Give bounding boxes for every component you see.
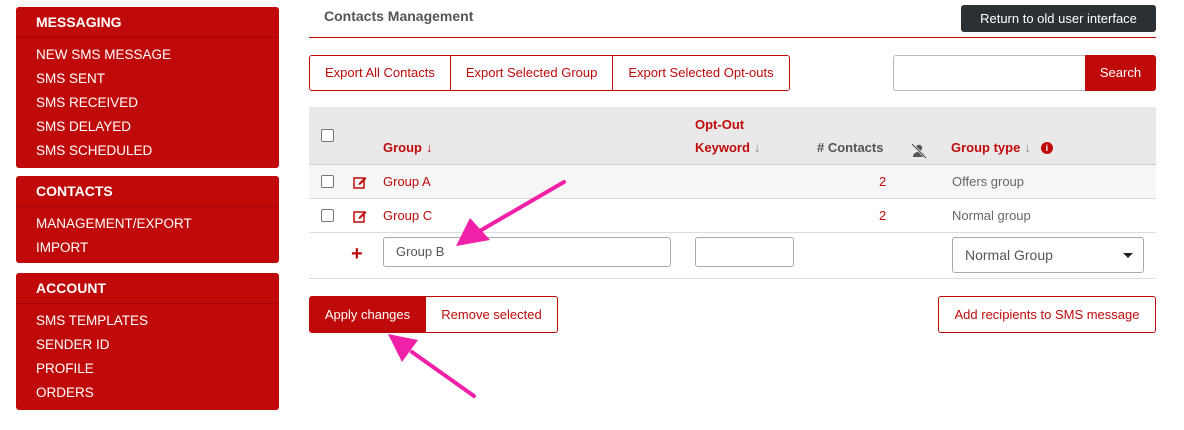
optout-header-line1: Opt-Out [695, 117, 745, 132]
optout-header-label: Keyword [695, 140, 750, 155]
table-header: Group ↓ Opt-Out Keyword ↓ # Contacts Group… [309, 107, 1156, 165]
new-group-row: + Group B Normal Group [309, 233, 1156, 279]
row-checkbox[interactable] [321, 209, 334, 222]
export-selected-optouts-button[interactable]: Export Selected Opt-outs [613, 56, 789, 90]
sidebar-item-orders[interactable]: ORDERS [16, 381, 279, 405]
sidebar-item-sender-id[interactable]: SENDER ID [16, 333, 279, 357]
arrow-down-icon: ↓ [426, 140, 433, 155]
group-name-link[interactable]: Group A [383, 165, 431, 199]
sidebar-messaging-title: MESSAGING [16, 7, 279, 38]
group-type-value: Normal group [952, 208, 1031, 223]
edit-icon[interactable] [353, 175, 367, 189]
edit-icon[interactable] [353, 209, 367, 223]
plus-icon[interactable]: + [351, 243, 363, 266]
group-header-label: Group [383, 140, 422, 155]
new-optout-keyword-input[interactable] [695, 237, 794, 267]
sidebar-messaging: MESSAGING NEW SMS MESSAGE SMS SENT SMS R… [16, 7, 279, 168]
export-button-group: Export All Contacts Export Selected Grou… [309, 55, 790, 91]
contacts-count[interactable]: 2 [879, 199, 886, 233]
chevron-down-icon [1123, 253, 1133, 258]
page-title: Contacts Management [324, 8, 474, 24]
sidebar-item-sms-received[interactable]: SMS RECEIVED [16, 91, 279, 115]
contacts-column-header: # Contacts [817, 140, 884, 155]
table-row: Group A 2 Offers group [309, 165, 1156, 199]
arrow-down-icon: ↓ [1024, 140, 1031, 155]
export-all-contacts-button[interactable]: Export All Contacts [310, 56, 451, 90]
sidebar-item-sms-scheduled[interactable]: SMS SCHEDULED [16, 139, 279, 163]
apply-changes-button[interactable]: Apply changes [309, 296, 426, 333]
table-row: Group C 2 Normal group [309, 199, 1156, 233]
arrow-down-icon: ↓ [753, 140, 761, 155]
group-type-value: Offers group [952, 174, 1025, 189]
contacts-count[interactable]: 2 [879, 165, 886, 199]
row-checkbox[interactable] [321, 175, 334, 188]
search-input[interactable] [893, 55, 1085, 91]
add-recipients-button[interactable]: Add recipients to SMS message [938, 296, 1156, 333]
search-button[interactable]: Search [1085, 55, 1156, 91]
sidebar-item-sms-templates[interactable]: SMS TEMPLATES [16, 309, 279, 333]
group-column-header[interactable]: Group ↓ [383, 140, 433, 155]
group-type-column-header[interactable]: Group type ↓ i [951, 140, 1053, 155]
sidebar-item-sms-delayed[interactable]: SMS DELAYED [16, 115, 279, 139]
sidebar-item-profile[interactable]: PROFILE [16, 357, 279, 381]
return-old-ui-button[interactable]: Return to old user interface [961, 5, 1156, 32]
sidebar-item-sms-sent[interactable]: SMS SENT [16, 67, 279, 91]
user-slash-icon [910, 143, 928, 159]
sidebar-item-new-sms[interactable]: NEW SMS MESSAGE [16, 43, 279, 67]
select-all-checkbox[interactable] [321, 129, 334, 142]
group-type-select-value: Normal Group [965, 247, 1053, 263]
info-icon[interactable]: i [1040, 142, 1053, 154]
group-type-select[interactable]: Normal Group [952, 237, 1144, 273]
sidebar-account: ACCOUNT SMS TEMPLATES SENDER ID PROFILE … [16, 273, 279, 410]
title-divider [309, 37, 1156, 38]
sidebar-account-title: ACCOUNT [16, 273, 279, 304]
remove-selected-button[interactable]: Remove selected [426, 296, 558, 333]
annotation-arrow-apply [388, 334, 476, 398]
sidebar-item-management-export[interactable]: MANAGEMENT/EXPORT [16, 212, 279, 236]
sidebar-contacts: CONTACTS MANAGEMENT/EXPORT IMPORT [16, 176, 279, 263]
optout-column-header[interactable]: Keyword ↓ [695, 140, 760, 155]
sidebar-item-import[interactable]: IMPORT [16, 236, 279, 260]
group-name-link[interactable]: Group C [383, 199, 432, 233]
new-group-name-input[interactable]: Group B [383, 237, 671, 267]
sidebar-contacts-title: CONTACTS [16, 176, 279, 207]
groups-table: Group ↓ Opt-Out Keyword ↓ # Contacts Group… [309, 107, 1156, 279]
group-type-header-label: Group type [951, 140, 1021, 155]
export-selected-group-button[interactable]: Export Selected Group [450, 56, 614, 90]
